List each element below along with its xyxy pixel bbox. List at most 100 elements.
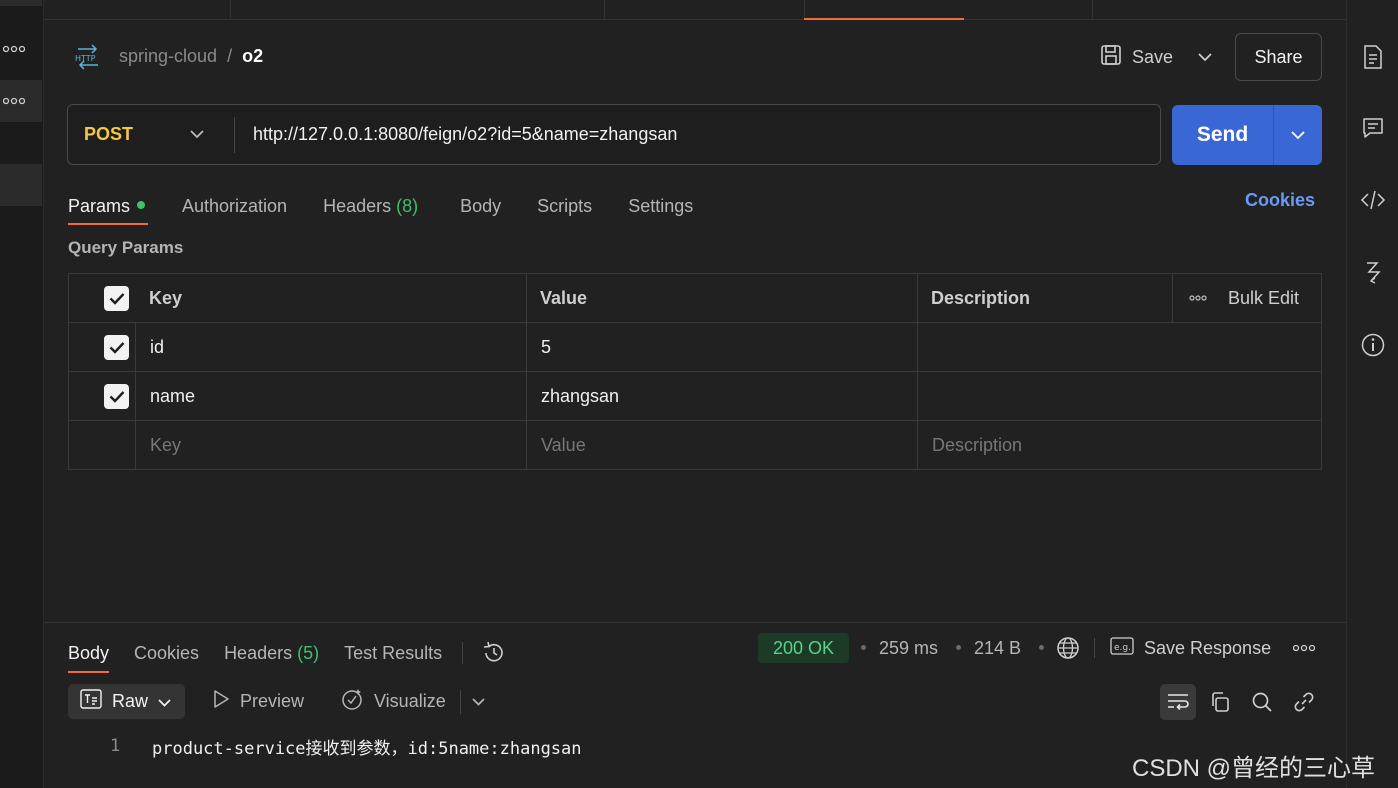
method-select[interactable]: POST — [84, 105, 133, 164]
preview-button[interactable]: Preview — [212, 684, 304, 719]
more-icon — [3, 97, 25, 105]
tab-params[interactable]: Params — [68, 188, 148, 225]
tab-scripts[interactable]: Scripts — [537, 188, 592, 224]
column-value: Value — [540, 287, 588, 308]
response-body-text[interactable]: product-service接收到参数，id:5name:zhangsan — [152, 734, 582, 759]
divider — [460, 690, 461, 714]
raw-format-select[interactable]: Raw — [68, 684, 185, 719]
tab-headers[interactable]: Headers (8) — [323, 188, 418, 224]
value-input[interactable]: Value — [541, 421, 586, 469]
preview-label: Preview — [240, 691, 305, 711]
wrap-icon[interactable] — [1160, 684, 1196, 720]
active-tab-indicator — [804, 18, 964, 20]
key-input[interactable]: Key — [150, 421, 181, 469]
url-input[interactable]: http://127.0.0.1:8080/feign/o2?id=5&name… — [253, 105, 677, 164]
tab-response-headers[interactable]: Headers (5) — [224, 634, 319, 672]
table-row: name zhangsan — [69, 372, 1321, 421]
svg-text:HTTP: HTTP — [75, 54, 96, 63]
more-icon[interactable] — [0, 28, 42, 70]
link-icon[interactable] — [1286, 684, 1322, 720]
chevron-down-icon — [158, 691, 171, 712]
response-tabs: Body Cookies Headers (5) Test Results — [68, 634, 507, 673]
response-body-line: 1 product-service接收到参数，id:5name:zhangsan — [110, 734, 582, 759]
table-header-row: Key Value Description Bulk Edit — [69, 274, 1321, 323]
share-button[interactable]: Share — [1235, 33, 1322, 81]
breadcrumb-separator: / — [227, 46, 233, 66]
chevron-down-icon[interactable] — [190, 105, 204, 164]
param-key[interactable]: id — [150, 323, 164, 371]
save-icon — [1100, 44, 1122, 71]
comment-icon[interactable] — [1347, 116, 1398, 140]
svg-text:e.g.: e.g. — [1114, 643, 1131, 653]
send-button-group: Send — [1172, 105, 1322, 165]
param-value[interactable]: zhangsan — [541, 372, 619, 420]
status-badge[interactable]: 200 OK — [758, 633, 849, 663]
table-row-empty: Key Value Description — [69, 421, 1321, 470]
right-sidebar — [1346, 0, 1398, 788]
sidebar-item-active[interactable] — [0, 80, 42, 122]
tab-response-headers-label: Headers — [224, 642, 293, 663]
info-icon[interactable] — [1347, 332, 1398, 358]
chevron-down-icon[interactable] — [1274, 105, 1322, 165]
copy-icon[interactable] — [1202, 684, 1238, 720]
globe-icon[interactable] — [1055, 634, 1081, 662]
example-icon: e.g. — [1110, 636, 1134, 660]
tab-headers-label: Headers — [323, 195, 392, 216]
url-bar: POST http://127.0.0.1:8080/feign/o2?id=5… — [67, 104, 1161, 165]
visualize-icon — [340, 687, 364, 716]
param-value[interactable]: 5 — [541, 323, 551, 371]
tab-params-label: Params — [68, 195, 131, 216]
more-icon[interactable] — [1189, 274, 1207, 322]
headers-count: (8) — [396, 195, 419, 216]
search-icon[interactable] — [1244, 684, 1280, 720]
visualize-button[interactable]: Visualize — [340, 684, 446, 719]
breadcrumb-collection[interactable]: spring-cloud — [119, 46, 217, 67]
raw-label: Raw — [112, 691, 149, 711]
line-number: 1 — [110, 736, 121, 756]
param-key[interactable]: name — [150, 372, 195, 420]
tab-authorization[interactable]: Authorization — [182, 188, 287, 224]
raw-text-icon — [80, 689, 102, 714]
bulk-edit-button[interactable]: Bulk Edit — [1228, 274, 1299, 322]
row-checkbox[interactable] — [104, 384, 129, 409]
cookies-link[interactable]: Cookies — [1245, 190, 1315, 211]
docs-icon[interactable] — [1347, 44, 1398, 70]
save-button[interactable]: Save — [1100, 42, 1173, 72]
request-name[interactable]: o2 — [242, 46, 263, 67]
left-sidebar — [0, 0, 44, 788]
query-params-title: Query Params — [68, 238, 184, 257]
response-time[interactable]: 259 ms — [879, 634, 938, 662]
sidebar-item-top[interactable] — [0, 0, 42, 6]
description-input[interactable]: Description — [932, 421, 1022, 469]
history-icon[interactable] — [481, 634, 507, 672]
separator-dot — [861, 645, 866, 650]
tab-response-body[interactable]: Body — [68, 634, 110, 673]
divider — [234, 117, 235, 153]
tab-settings[interactable]: Settings — [628, 188, 693, 224]
select-all-checkbox[interactable] — [104, 286, 129, 311]
table-row: id 5 — [69, 323, 1321, 372]
visualize-label: Visualize — [374, 691, 446, 711]
tab-body[interactable]: Body — [460, 188, 501, 224]
save-label: Save — [1132, 46, 1174, 67]
send-button[interactable]: Send — [1172, 105, 1273, 165]
query-params-table: Key Value Description Bulk Edit id 5 nam… — [68, 273, 1322, 470]
http-icon: HTTP — [74, 44, 102, 70]
tab-response-cookies[interactable]: Cookies — [134, 634, 199, 672]
more-icon[interactable] — [1293, 634, 1315, 662]
tab-strip — [44, 0, 1346, 20]
chevron-down-icon[interactable] — [472, 684, 485, 719]
sidebar-item-selected[interactable] — [0, 164, 42, 206]
separator-dot — [1039, 645, 1044, 650]
separator-dot — [956, 645, 961, 650]
save-response-button[interactable]: e.g. Save Response — [1110, 634, 1271, 662]
response-headers-count: (5) — [297, 642, 320, 663]
related-icon[interactable] — [1347, 260, 1398, 284]
code-icon[interactable] — [1347, 188, 1398, 212]
tab-test-results[interactable]: Test Results — [344, 634, 442, 672]
watermark: CSDN @曾经的三心草 — [1132, 755, 1376, 782]
response-size[interactable]: 214 B — [974, 634, 1021, 662]
chevron-down-icon[interactable] — [1190, 42, 1220, 72]
row-checkbox[interactable] — [104, 335, 129, 360]
response-divider — [44, 622, 1346, 623]
